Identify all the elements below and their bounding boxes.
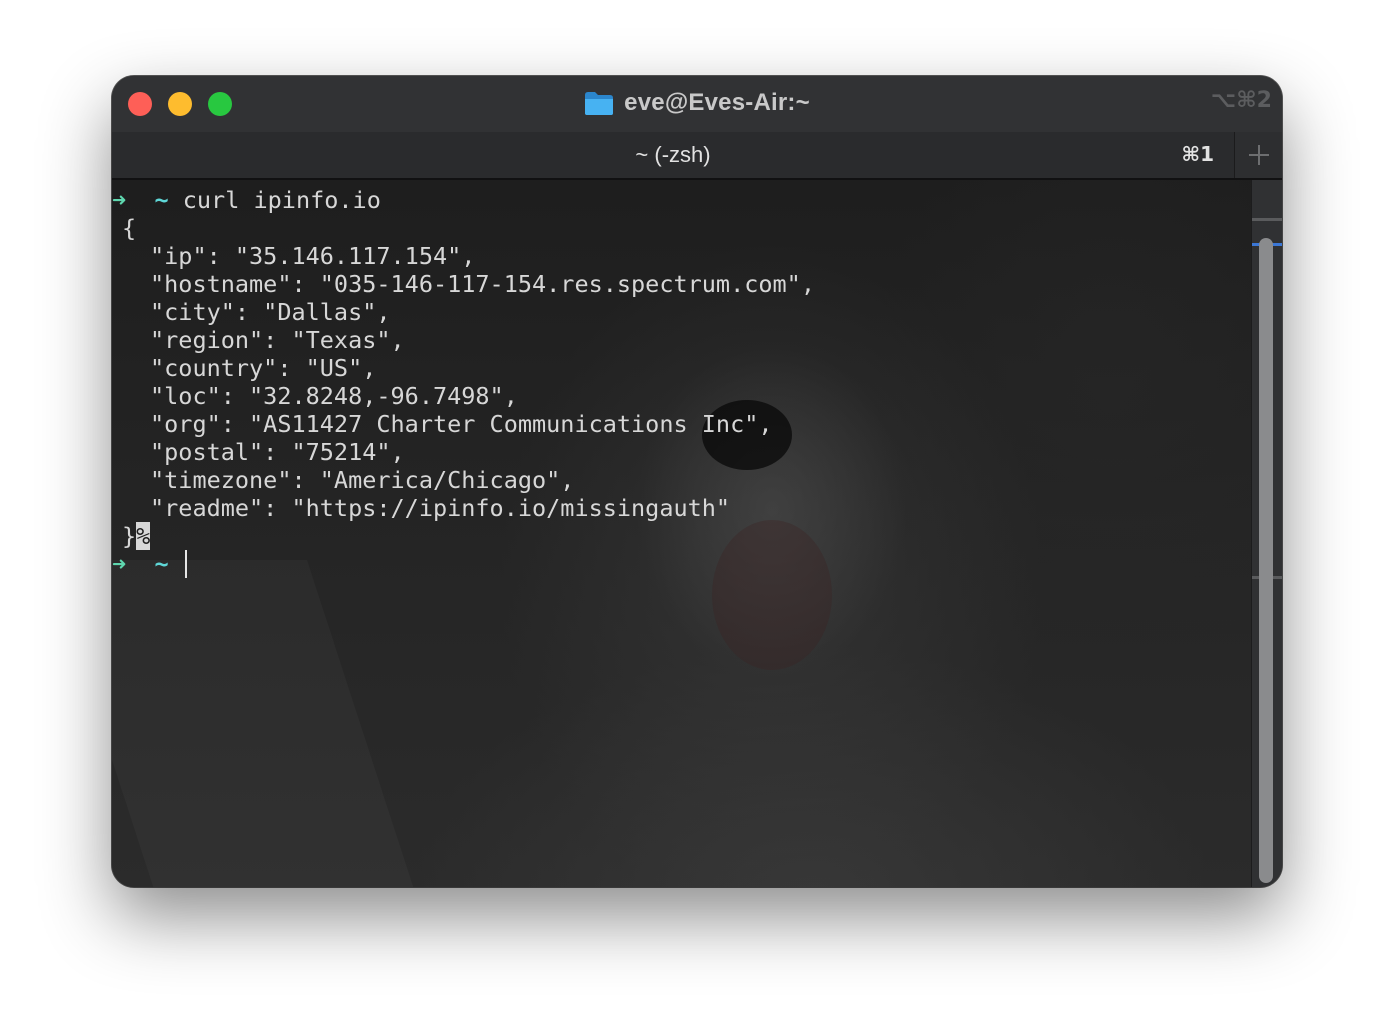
- tab-zsh[interactable]: ~ (-zsh) ⌘1: [112, 132, 1234, 178]
- scrollbar[interactable]: [1251, 180, 1282, 887]
- scrollbar-thumb[interactable]: [1259, 238, 1273, 883]
- folder-icon: [585, 92, 614, 115]
- terminal-output: ➜ ~ curl ipinfo.io { "ip": "35.146.117.1…: [112, 186, 1252, 578]
- scroll-mark: [1252, 218, 1282, 221]
- terminal-content[interactable]: ➜ ~ curl ipinfo.io { "ip": "35.146.117.1…: [112, 180, 1252, 887]
- background-image-shape: [112, 560, 437, 887]
- prompt-dir: ~: [154, 186, 169, 214]
- output-line: "region": "Texas",: [150, 326, 405, 354]
- output-line: "loc": "32.8248,-96.7498",: [150, 382, 518, 410]
- window-title-group: eve@Eves-Air:~: [112, 88, 1282, 118]
- output-line: "ip": "35.146.117.154",: [150, 242, 476, 270]
- plus-icon: [1248, 145, 1269, 165]
- prompt-arrow: ➜: [112, 550, 127, 578]
- output-line: }: [122, 522, 137, 550]
- output-line: "readme": "https://ipinfo.io/missingauth…: [150, 494, 731, 522]
- prompt-dir: ~: [154, 550, 169, 578]
- window-title: eve@Eves-Air:~: [624, 89, 810, 116]
- output-line: "hostname": "035-146-117-154.res.spectru…: [150, 270, 815, 298]
- text-cursor: [184, 550, 187, 578]
- tab-shortcut: ⌘1: [1181, 142, 1214, 166]
- prompt-arrow: ➜: [112, 186, 127, 214]
- new-tab-button[interactable]: [1234, 132, 1282, 178]
- terminal-window: eve@Eves-Air:~ ⌥⌘2 ~ (-zsh) ⌘1 ➜ ~ curl …: [112, 76, 1282, 887]
- window-shortcut: ⌥⌘2: [1210, 88, 1272, 113]
- output-line: "timezone": "America/Chicago",: [150, 466, 575, 494]
- title-bar[interactable]: eve@Eves-Air:~ ⌥⌘2: [112, 76, 1282, 132]
- output-end-line: }%: [112, 522, 1252, 550]
- command-text: curl ipinfo.io: [182, 186, 381, 214]
- output-line: "postal": "75214",: [150, 438, 405, 466]
- tab-label: ~ (-zsh): [635, 142, 711, 167]
- output-line: "city": "Dallas",: [150, 298, 391, 326]
- prompt-line[interactable]: ➜ ~: [112, 550, 1252, 578]
- tab-bar: ~ (-zsh) ⌘1: [112, 132, 1282, 180]
- no-newline-marker: %: [136, 522, 151, 550]
- output-line: {: [122, 214, 137, 242]
- output-line: "org": "AS11427 Charter Communications I…: [150, 410, 773, 438]
- command-line: ➜ ~ curl ipinfo.io: [112, 186, 1252, 214]
- output-line: "country": "US",: [150, 354, 377, 382]
